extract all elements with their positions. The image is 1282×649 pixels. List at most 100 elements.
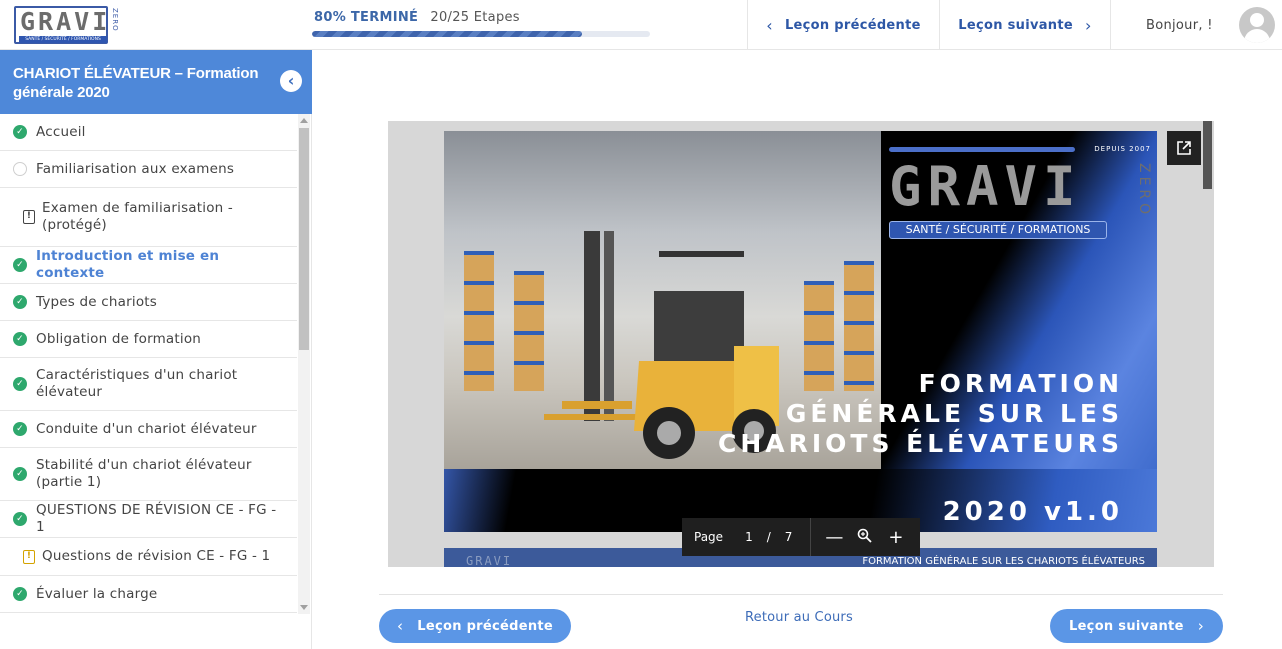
chevron-right-icon: ›	[1085, 15, 1092, 35]
lesson-quiz-item[interactable]: ! Questions de révision CE - FG - 1	[0, 538, 297, 576]
footer-divider	[379, 594, 1223, 595]
header-next-lesson-button[interactable]: Leçon suivante ›	[939, 0, 1111, 50]
progress-bar	[312, 31, 650, 37]
lesson-item[interactable]: Familiarisation aux examens	[0, 151, 297, 188]
magnifier-icon	[858, 528, 873, 543]
lesson-item[interactable]: ✓ Caractéristiques d'un chariot élévateu…	[0, 358, 297, 411]
slide-logo-text: GRAVI	[889, 155, 1082, 218]
page-current-input[interactable]: 1	[745, 530, 753, 544]
check-circle-icon: ✓	[13, 467, 27, 481]
header-prev-lesson-button[interactable]: ‹ Leçon précédente	[747, 0, 939, 50]
check-circle-icon: ✓	[13, 125, 27, 139]
page-separator: /	[766, 530, 771, 544]
sidebar-scroll-thumb[interactable]	[299, 128, 309, 350]
empty-circle-icon	[13, 162, 27, 176]
gravi-logo[interactable]: GRAVI SANTÉ / SÉCURITÉ / FORMATIONS ZERO	[14, 6, 122, 44]
slide-logo-side: ZERO	[1136, 163, 1152, 219]
progress-steps: 20/25 Etapes	[430, 10, 520, 25]
lesson-list: ✓ Accueil Familiarisation aux examens ! …	[0, 114, 297, 614]
header-next-label: Leçon suivante	[958, 17, 1073, 33]
quiz-icon: !	[23, 549, 35, 564]
lesson-label: QUESTIONS DE RÉVISION CE - FG - 1	[36, 502, 277, 535]
zoom-in-button[interactable]: +	[888, 527, 903, 548]
top-bar: GRAVI SANTÉ / SÉCURITÉ / FORMATIONS ZERO…	[0, 0, 1282, 50]
slide-title-line-1: FORMATION	[918, 369, 1123, 398]
course-progress: 80% TERMINÉ 20/25 Etapes	[312, 10, 654, 37]
viewer-scroll-thumb[interactable]	[1203, 121, 1212, 189]
viewer-scrollbar[interactable]	[1201, 121, 1214, 567]
pdf-toolbar: Page 1 / 7 — +	[682, 518, 920, 556]
open-external-button[interactable]	[1167, 131, 1201, 165]
footer-next-label: Leçon suivante	[1068, 618, 1184, 634]
external-link-icon	[1177, 141, 1191, 155]
slide-page-1: DEPUIS 2007 GRAVI ZERO SANTÉ / SÉCURITÉ …	[444, 131, 1157, 532]
scroll-up-arrow-icon[interactable]	[300, 118, 308, 123]
lesson-quiz-item[interactable]: ! Examen de familiarisation - (protégé)	[0, 188, 297, 247]
lesson-label: Questions de révision CE - FG - 1	[42, 548, 271, 564]
slide-title-line-3: CHARIOTS ÉLÉVATEURS	[717, 429, 1123, 458]
footer-prev-label: Leçon précédente	[417, 618, 554, 634]
lesson-label: Types de chariots	[36, 293, 158, 310]
course-title[interactable]: CHARIOT ÉLÉVATEUR – Formation générale 2…	[13, 64, 263, 102]
lesson-item[interactable]: ✓ Conduite d'un chariot élévateur	[0, 411, 297, 448]
check-circle-icon: ✓	[13, 422, 27, 436]
footer-next-lesson-button[interactable]: Leçon suivante ›	[1050, 609, 1223, 643]
lesson-label: Stabilité d'un chariot élévateur (partie…	[36, 457, 252, 490]
course-header: CHARIOT ÉLÉVATEUR – Formation générale 2…	[0, 50, 312, 114]
slide-logo-bar	[889, 147, 1075, 152]
lesson-label: Accueil	[36, 123, 86, 140]
chevron-left-icon: ‹	[396, 617, 404, 635]
course-sidebar: CHARIOT ÉLÉVATEUR – Formation générale 2…	[0, 50, 312, 649]
chevron-left-icon: ‹	[766, 15, 773, 35]
lesson-label: Conduite d'un chariot élévateur	[36, 420, 257, 437]
slide-since-label: DEPUIS 2007	[1094, 145, 1151, 153]
lesson-item[interactable]: ✓ Accueil	[0, 114, 297, 151]
check-circle-icon: ✓	[13, 377, 27, 391]
lesson-label: Caractéristiques d'un chariot élévateur	[36, 367, 238, 400]
sidebar-collapse-button[interactable]: ‹	[280, 70, 302, 92]
page-label: Page	[694, 530, 724, 544]
zoom-icon[interactable]	[857, 528, 873, 547]
avatar-body	[1244, 29, 1270, 43]
logo-frame: GRAVI SANTÉ / SÉCURITÉ / FORMATIONS	[14, 6, 108, 44]
lesson-label: Obligation de formation	[36, 330, 202, 347]
lesson-item-current[interactable]: ✓ Introduction et mise en contexte	[0, 247, 297, 284]
slide-title-line-2: GÉNÉRALE SUR LES	[785, 399, 1123, 428]
user-greeting: Bonjour, !	[1146, 18, 1213, 33]
lesson-item[interactable]: ✓ Évaluer la charge	[0, 576, 297, 613]
lesson-item[interactable]: ✓ QUESTIONS DE RÉVISION CE - FG - 1	[0, 501, 297, 538]
scroll-down-arrow-icon[interactable]	[300, 605, 308, 610]
pdf-viewer[interactable]: DEPUIS 2007 GRAVI ZERO SANTÉ / SÉCURITÉ …	[388, 121, 1214, 567]
quiz-icon: !	[23, 210, 35, 224]
check-circle-icon: ✓	[13, 332, 27, 346]
lesson-item[interactable]: ✓ Stabilité d'un chariot élévateur (part…	[0, 448, 297, 501]
lesson-label: Évaluer la charge	[36, 585, 158, 602]
progress-label: 80% TERMINÉ 20/25 Etapes	[314, 10, 654, 25]
logo-side-text: ZERO	[111, 8, 119, 32]
slide-title: FORMATION GÉNÉRALE SUR LES CHARIOTS ÉLÉV…	[718, 369, 1123, 459]
logo-text: GRAVI	[20, 7, 111, 36]
zoom-out-button[interactable]: —	[825, 527, 843, 548]
logo-subtitle: SANTÉ / SÉCURITÉ / FORMATIONS	[19, 36, 107, 43]
lesson-item[interactable]: ✓ Types de chariots	[0, 284, 297, 321]
slide-logo-subtitle: SANTÉ / SÉCURITÉ / FORMATIONS	[889, 221, 1107, 239]
chevron-right-icon: ›	[1197, 617, 1204, 635]
slide2-title: FORMATION GÉNÉRALE SUR LES CHARIOTS ÉLÉV…	[862, 556, 1145, 567]
header-prev-label: Leçon précédente	[784, 17, 921, 33]
lesson-label: Introduction et mise en contexte	[36, 248, 220, 281]
slide-version: 2020 v1.0	[942, 497, 1123, 527]
slide2-logo: GRAVI	[466, 554, 513, 567]
lesson-label: Examen de familiarisation - (protégé)	[42, 200, 233, 233]
lesson-item[interactable]: ✓ Obligation de formation	[0, 321, 297, 358]
toolbar-divider	[810, 518, 812, 556]
avatar[interactable]	[1239, 7, 1275, 43]
back-to-course-link[interactable]: Retour au Cours	[745, 610, 853, 625]
progress-fill	[312, 31, 583, 37]
avatar-head	[1250, 13, 1264, 27]
check-circle-icon: ✓	[13, 512, 27, 526]
check-circle-icon: ✓	[13, 587, 27, 601]
check-circle-icon: ✓	[13, 295, 27, 309]
sidebar-scrollbar[interactable]	[298, 114, 310, 614]
footer-prev-lesson-button[interactable]: ‹ Leçon précédente	[379, 609, 571, 643]
page-total: 7	[784, 530, 793, 544]
